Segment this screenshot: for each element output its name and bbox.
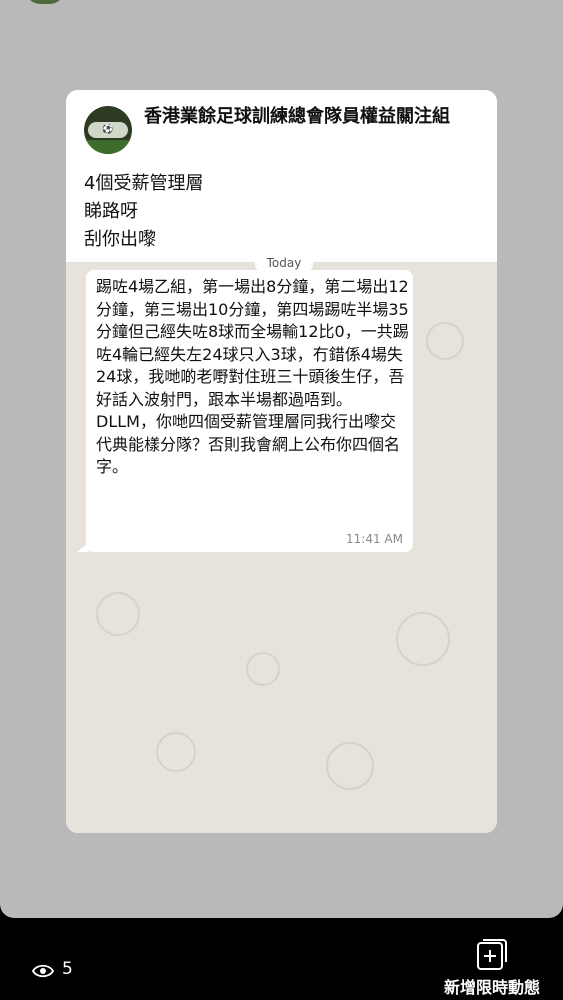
wallpaper-doodle [396,612,450,666]
wallpaper-doodle [246,652,280,686]
add-story-icon [477,939,507,970]
post-text: 4個受薪管理層 睇路呀 刮你出嚟 [84,170,484,254]
add-story-label: 新增限時動態 [443,978,540,997]
wallpaper-doodle [96,592,140,636]
message-text: 踢咗4場乙組，第一場出8分鐘，第二場出12分鐘，第三場出10分鐘，第四場踢咗半場… [96,277,409,476]
story-owner-avatar[interactable] [26,0,64,4]
post-line-2: 睇路呀 [84,201,138,222]
message-bubble[interactable]: 踢咗4場乙組，第一場出8分鐘，第二場出12分鐘，第三場出10分鐘，第四場踢咗半場… [86,270,413,552]
wallpaper-doodle [156,732,196,772]
view-count[interactable]: 5 [62,959,73,979]
facebook-post-header: ⚽ 香港業餘足球訓練總會隊員權益關注組 4個受薪管理層 睇路呀 刮你出嚟 [66,90,497,262]
post-line-3: 刮你出嚟 [84,229,156,250]
wallpaper-doodle [326,742,374,790]
screenshot-card: ⚽ 香港業餘足球訓練總會隊員權益關注組 4個受薪管理層 睇路呀 刮你出嚟 Tod… [66,90,497,833]
story-background: ⚽ 香港業餘足球訓練總會隊員權益關注組 4個受薪管理層 睇路呀 刮你出嚟 Tod… [0,0,563,918]
group-name[interactable]: 香港業餘足球訓練總會隊員權益關注組 [144,104,479,130]
post-line-1: 4個受薪管理層 [84,173,204,194]
message-time: 11:41 AM [346,532,403,546]
avatar-grass [84,140,132,154]
wallpaper-doodle [426,322,464,360]
add-story-button[interactable]: 新增限時動態 [432,938,552,998]
group-avatar[interactable]: ⚽ [84,106,132,154]
eye-icon[interactable] [32,964,54,978]
avatar-logo-icon: ⚽ [102,125,114,135]
